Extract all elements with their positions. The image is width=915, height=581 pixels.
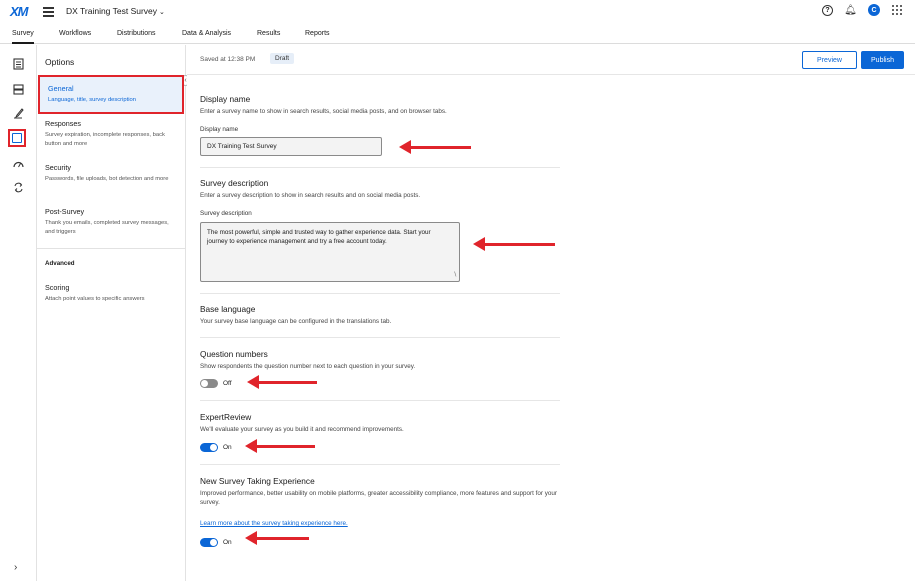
survey-title-dropdown[interactable]: DX Training Test Survey ⌄ [66, 6, 165, 16]
preview-button[interactable]: Preview [802, 51, 857, 69]
app-switcher-grid-icon[interactable] [892, 4, 903, 16]
question-numbers-heading: Question numbers [200, 349, 268, 359]
option-scoring-desc: Attach point values to specific answers [45, 296, 145, 302]
new-experience-state: On [223, 539, 232, 546]
survey-description-text: The most powerful, simple and trusted wa… [207, 229, 431, 245]
blocks-icon[interactable] [11, 82, 25, 96]
survey-flow-icon[interactable] [11, 57, 25, 71]
option-security-name: Security [45, 163, 71, 172]
option-general-name: General [48, 84, 74, 93]
new-experience-desc: Improved performance, better usability o… [200, 490, 557, 506]
survey-title-text: DX Training Test Survey [66, 6, 158, 16]
option-post-survey[interactable]: Post-Survey Thank you emails, completed … [37, 207, 186, 236]
options-panel: Options ‹ General Language, title, surve… [37, 45, 191, 581]
section-divider [200, 400, 560, 401]
help-icon[interactable]: ? [822, 4, 833, 16]
section-divider [200, 293, 560, 294]
main-content: Saved at 12:38 PM Draft Preview Publish … [187, 45, 915, 581]
section-divider [200, 167, 560, 168]
annotation-arrow [399, 140, 471, 154]
paint-brush-icon[interactable] [11, 106, 25, 120]
expand-rail-chevron-icon[interactable]: › [14, 562, 17, 573]
tab-reports[interactable]: Reports [305, 30, 330, 37]
option-general[interactable]: General Language, title, survey descript… [38, 75, 184, 114]
translate-icon[interactable] [11, 180, 25, 194]
section-divider [200, 337, 560, 338]
survey-description-label: Survey description [200, 210, 252, 217]
left-tool-rail: › [0, 45, 37, 581]
option-responses-name: Responses [45, 119, 81, 128]
gauge-icon[interactable] [11, 156, 25, 170]
annotation-arrow [247, 375, 317, 389]
survey-description-desc: Enter a survey description to show in se… [200, 192, 421, 199]
main-tabs: Survey Workflows Distributions Data & An… [0, 25, 915, 44]
tab-workflows[interactable]: Workflows [59, 30, 91, 37]
display-name-desc: Enter a survey name to show in search re… [200, 108, 447, 115]
expert-review-desc: We'll evaluate your survey as you build … [200, 426, 404, 433]
option-post-survey-name: Post-Survey [45, 207, 85, 216]
resize-handle-icon[interactable]: ∖ [453, 271, 457, 280]
question-numbers-state: Off [223, 380, 232, 387]
display-name-input[interactable]: DX Training Test Survey [200, 137, 382, 156]
status-bar: Saved at 12:38 PM Draft Preview Publish [187, 45, 915, 75]
option-security[interactable]: Security Passwords, file uploads, bot de… [37, 163, 186, 184]
options-divider [37, 248, 186, 249]
chevron-down-icon: ⌄ [159, 9, 165, 16]
display-name-label: Display name [200, 126, 239, 133]
publish-button[interactable]: Publish [861, 51, 904, 69]
hamburger-menu-icon[interactable] [43, 7, 54, 17]
option-security-desc: Passwords, file uploads, bot detection a… [45, 176, 169, 182]
user-avatar[interactable]: C [868, 4, 880, 16]
option-general-desc: Language, title, survey description [48, 97, 136, 103]
learn-more-link[interactable]: Learn more about the survey taking exper… [200, 520, 348, 527]
base-language-heading: Base language [200, 304, 256, 314]
expert-review-state: On [223, 444, 232, 451]
question-numbers-toggle[interactable] [200, 379, 218, 388]
expert-review-toggle[interactable] [200, 443, 218, 452]
option-responses-desc: Survey expiration, incomplete responses,… [45, 132, 165, 147]
saved-timestamp: Saved at 12:38 PM [200, 56, 256, 63]
options-title: Options [45, 57, 75, 67]
question-numbers-desc: Show respondents the question number nex… [200, 363, 416, 370]
draft-badge: Draft [270, 53, 295, 64]
top-bar: XM DX Training Test Survey ⌄ ? 🔔︎ C [0, 0, 915, 24]
base-language-desc: Your survey base language can be configu… [200, 318, 392, 325]
option-scoring-name: Scoring [45, 283, 70, 292]
survey-description-heading: Survey description [200, 178, 269, 188]
option-post-survey-desc: Thank you emails, completed survey messa… [45, 220, 169, 235]
xm-logo[interactable]: XM [10, 4, 28, 19]
survey-options-icon[interactable] [8, 129, 26, 147]
advanced-heading: Advanced [45, 260, 75, 267]
tab-data-analysis[interactable]: Data & Analysis [182, 30, 231, 37]
notifications-bell-icon[interactable]: 🔔︎ [844, 4, 857, 16]
section-divider [200, 464, 560, 465]
annotation-arrow [245, 531, 309, 545]
tab-survey[interactable]: Survey [12, 30, 34, 44]
tab-distributions[interactable]: Distributions [117, 30, 156, 37]
annotation-arrow [473, 237, 555, 251]
tab-results[interactable]: Results [257, 30, 280, 37]
survey-description-textarea[interactable]: The most powerful, simple and trusted wa… [200, 222, 460, 282]
annotation-arrow [245, 439, 315, 453]
option-responses[interactable]: Responses Survey expiration, incomplete … [37, 119, 186, 148]
new-experience-toggle[interactable] [200, 538, 218, 547]
expert-review-heading: ExpertReview [200, 412, 252, 422]
option-scoring[interactable]: Scoring Attach point values to specific … [37, 283, 186, 304]
display-name-heading: Display name [200, 94, 251, 104]
new-experience-heading: New Survey Taking Experience [200, 476, 315, 486]
